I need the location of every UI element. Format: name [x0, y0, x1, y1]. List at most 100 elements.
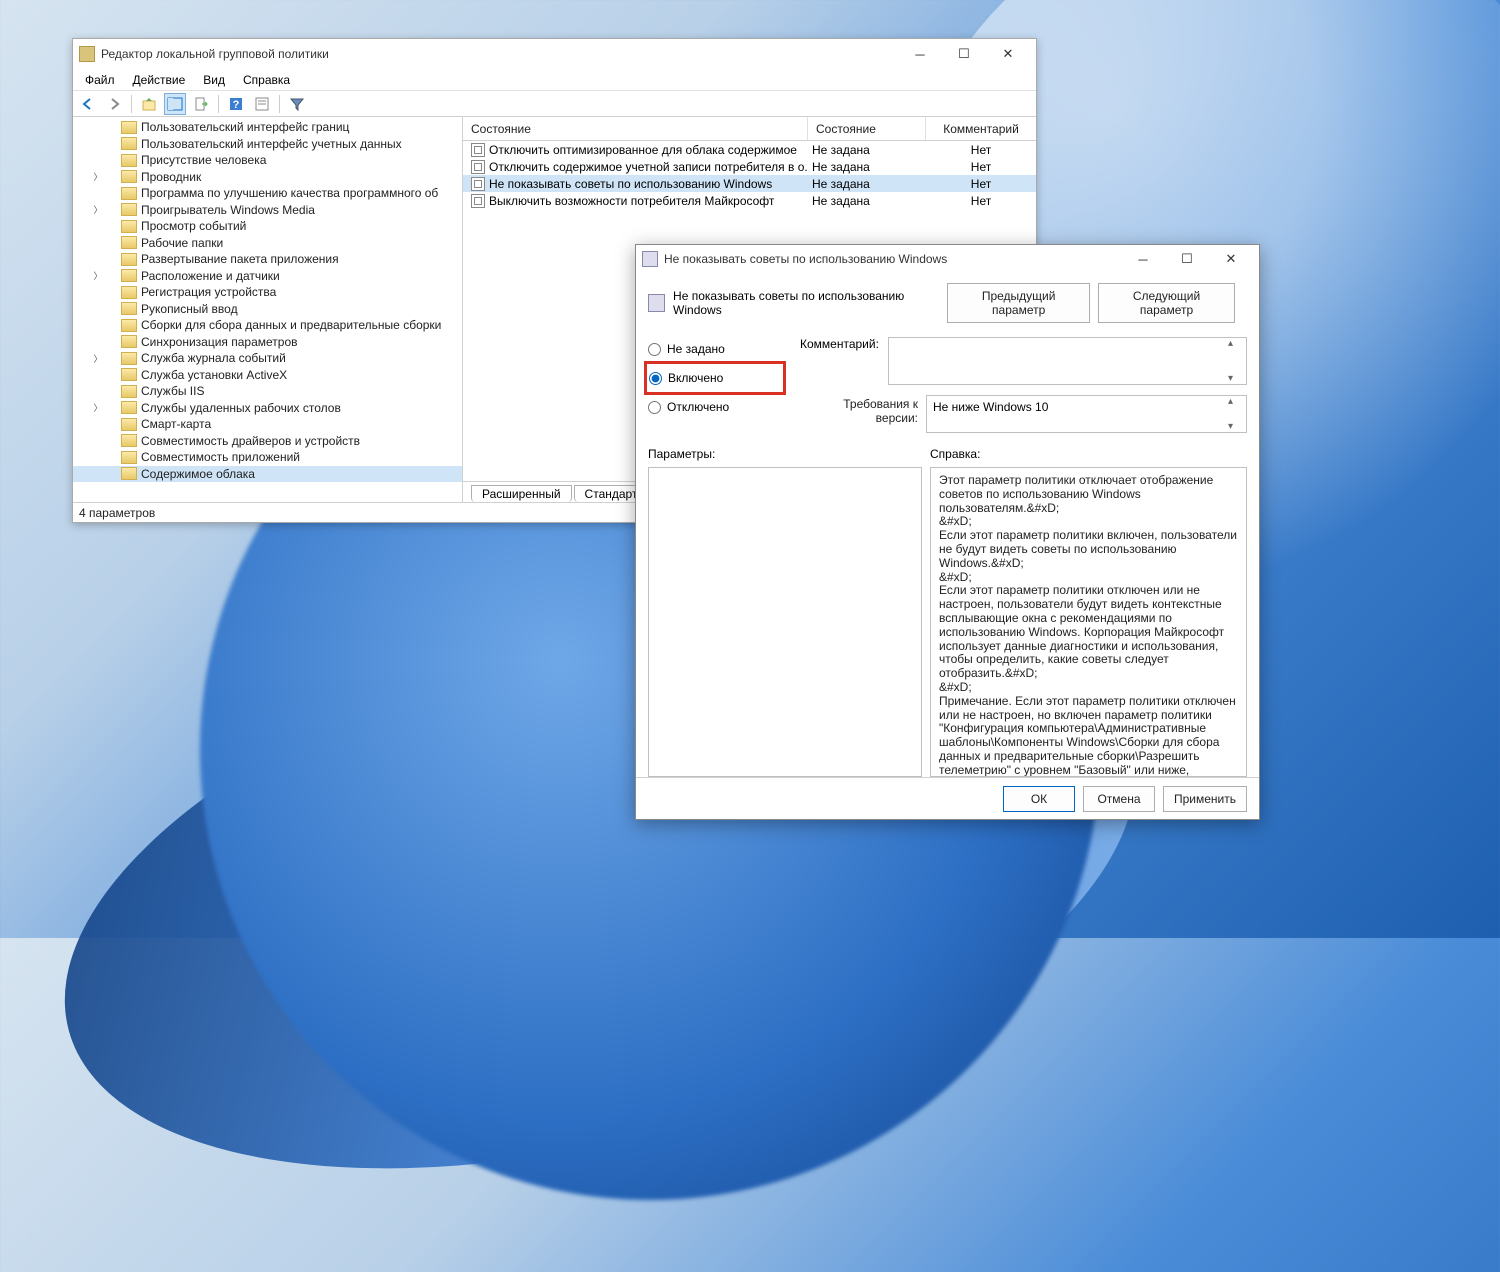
dialog-minimize-button[interactable]: ─	[1121, 245, 1165, 273]
highlight-box: Включено	[644, 361, 786, 395]
radio-not-configured-input[interactable]	[648, 343, 661, 356]
forward-icon[interactable]	[103, 93, 125, 115]
maximize-button[interactable]: ☐	[942, 40, 986, 68]
column-state[interactable]: Состояние	[808, 117, 926, 140]
dialog-close-button[interactable]: ✕	[1209, 245, 1253, 273]
tree-item[interactable]: Присутствие человека	[73, 152, 462, 169]
tree-item[interactable]: Сборки для сбора данных и предварительны…	[73, 317, 462, 334]
tree-item[interactable]: Совместимость драйверов и устройств	[73, 433, 462, 450]
chevron-right-icon[interactable]: 〉	[93, 353, 103, 363]
tree-item[interactable]: Рабочие папки	[73, 235, 462, 252]
ok-button[interactable]: ОК	[1003, 786, 1075, 812]
folder-icon	[121, 187, 137, 200]
tree-item[interactable]: 〉Проигрыватель Windows Media	[73, 202, 462, 219]
radio-enabled[interactable]: Включено	[649, 366, 723, 390]
chevron-right-icon[interactable]: 〉	[93, 172, 103, 182]
next-setting-button[interactable]: Следующий параметр	[1098, 283, 1235, 323]
list-row[interactable]: Не показывать советы по использованию Wi…	[463, 175, 1036, 192]
titlebar[interactable]: Редактор локальной групповой политики ─ …	[73, 39, 1036, 69]
tree-item[interactable]: Развертывание пакета приложения	[73, 251, 462, 268]
export-icon[interactable]	[190, 93, 212, 115]
chevron-right-icon[interactable]: 〉	[93, 271, 103, 281]
menu-action[interactable]: Действие	[125, 71, 194, 89]
tree-item[interactable]: Пользовательский интерфейс учетных данны…	[73, 136, 462, 153]
tree-item[interactable]: Служба установки ActiveX	[73, 367, 462, 384]
tree-item[interactable]: Смарт-карта	[73, 416, 462, 433]
up-icon[interactable]	[138, 93, 160, 115]
tree-item-label: Пользовательский интерфейс учетных данны…	[141, 137, 402, 151]
tree-item-label: Регистрация устройства	[141, 285, 276, 299]
radio-disabled[interactable]: Отключено	[648, 395, 788, 419]
column-comment[interactable]: Комментарий	[926, 117, 1036, 140]
params-box[interactable]	[648, 467, 922, 777]
tree-item-label: Рабочие папки	[141, 236, 223, 250]
apply-button[interactable]: Применить	[1163, 786, 1247, 812]
minimize-button[interactable]: ─	[898, 40, 942, 68]
tree-item-label: Присутствие человека	[141, 153, 266, 167]
tree-item[interactable]: Содержимое облака	[73, 466, 462, 483]
list-row[interactable]: Отключить содержимое учетной записи потр…	[463, 158, 1036, 175]
folder-icon	[121, 418, 137, 431]
tree-item[interactable]: Службы IIS	[73, 383, 462, 400]
tab-extended[interactable]: Расширенный	[471, 485, 572, 502]
tree-item[interactable]: 〉Службы удаленных рабочих столов	[73, 400, 462, 417]
help-box[interactable]: Этот параметр политики отключает отображ…	[930, 467, 1247, 777]
tree-pane[interactable]: Пользовательский интерфейс границПользов…	[73, 117, 463, 502]
prev-setting-button[interactable]: Предыдущий параметр	[947, 283, 1090, 323]
tree-item[interactable]: 〉Расположение и датчики	[73, 268, 462, 285]
tree-item-label: Смарт-карта	[141, 417, 211, 431]
tree-item[interactable]: 〉Служба журнала событий	[73, 350, 462, 367]
tree-item-label: Совместимость приложений	[141, 450, 300, 464]
close-button[interactable]: ✕	[986, 40, 1030, 68]
help-icon[interactable]: ?	[225, 93, 247, 115]
menu-view[interactable]: Вид	[195, 71, 233, 89]
folder-icon	[121, 401, 137, 414]
folder-icon	[121, 352, 137, 365]
filter-icon[interactable]	[286, 93, 308, 115]
folder-icon	[121, 253, 137, 266]
folder-icon	[121, 137, 137, 150]
show-tree-icon[interactable]	[164, 93, 186, 115]
folder-icon	[121, 385, 137, 398]
column-name[interactable]: Состояние	[463, 117, 808, 140]
list-row[interactable]: Отключить оптимизированное для облака со…	[463, 141, 1036, 158]
comment-textarea[interactable]: ▴ ▾	[888, 337, 1247, 385]
dialog-maximize-button[interactable]: ☐	[1165, 245, 1209, 273]
list-item-state: Не задана	[808, 177, 926, 191]
folder-icon	[121, 220, 137, 233]
scroll-up-icon[interactable]: ▴	[1228, 338, 1244, 349]
tree-item[interactable]: Пользовательский интерфейс границ	[73, 119, 462, 136]
list-row[interactable]: Выключить возможности потребителя Майкро…	[463, 192, 1036, 209]
tree-item[interactable]: Просмотр событий	[73, 218, 462, 235]
radio-not-configured[interactable]: Не задано	[648, 337, 788, 361]
requirement-value-box: Не ниже Windows 10 ▴ ▾	[926, 395, 1247, 433]
tree-item[interactable]: Рукописный ввод	[73, 301, 462, 318]
scroll-down-icon[interactable]: ▾	[1228, 421, 1244, 432]
tree-item[interactable]: Программа по улучшению качества программ…	[73, 185, 462, 202]
menu-help[interactable]: Справка	[235, 71, 298, 89]
tree-item[interactable]: Синхронизация параметров	[73, 334, 462, 351]
scroll-down-icon[interactable]: ▾	[1228, 373, 1244, 384]
dialog-titlebar[interactable]: Не показывать советы по использованию Wi…	[636, 245, 1259, 273]
radio-disabled-input[interactable]	[648, 401, 661, 414]
scroll-up-icon[interactable]: ▴	[1228, 396, 1244, 407]
tree-item[interactable]: Совместимость приложений	[73, 449, 462, 466]
toolbar: ?	[73, 91, 1036, 117]
cancel-button[interactable]: Отмена	[1083, 786, 1155, 812]
menubar: Файл Действие Вид Справка	[73, 69, 1036, 91]
properties-icon[interactable]	[251, 93, 273, 115]
folder-icon	[121, 286, 137, 299]
back-icon[interactable]	[77, 93, 99, 115]
radio-enabled-input[interactable]	[649, 372, 662, 385]
menu-file[interactable]: Файл	[77, 71, 123, 89]
tree-item[interactable]: 〉Проводник	[73, 169, 462, 186]
chevron-right-icon[interactable]: 〉	[93, 205, 103, 215]
folder-icon	[121, 302, 137, 315]
tree-item-label: Совместимость драйверов и устройств	[141, 434, 360, 448]
list-item-comment: Нет	[926, 194, 1036, 208]
tree-item[interactable]: Регистрация устройства	[73, 284, 462, 301]
chevron-right-icon[interactable]: 〉	[93, 403, 103, 413]
folder-icon	[121, 269, 137, 282]
tree-item-label: Службы IIS	[141, 384, 204, 398]
tree-item-label: Просмотр событий	[141, 219, 246, 233]
